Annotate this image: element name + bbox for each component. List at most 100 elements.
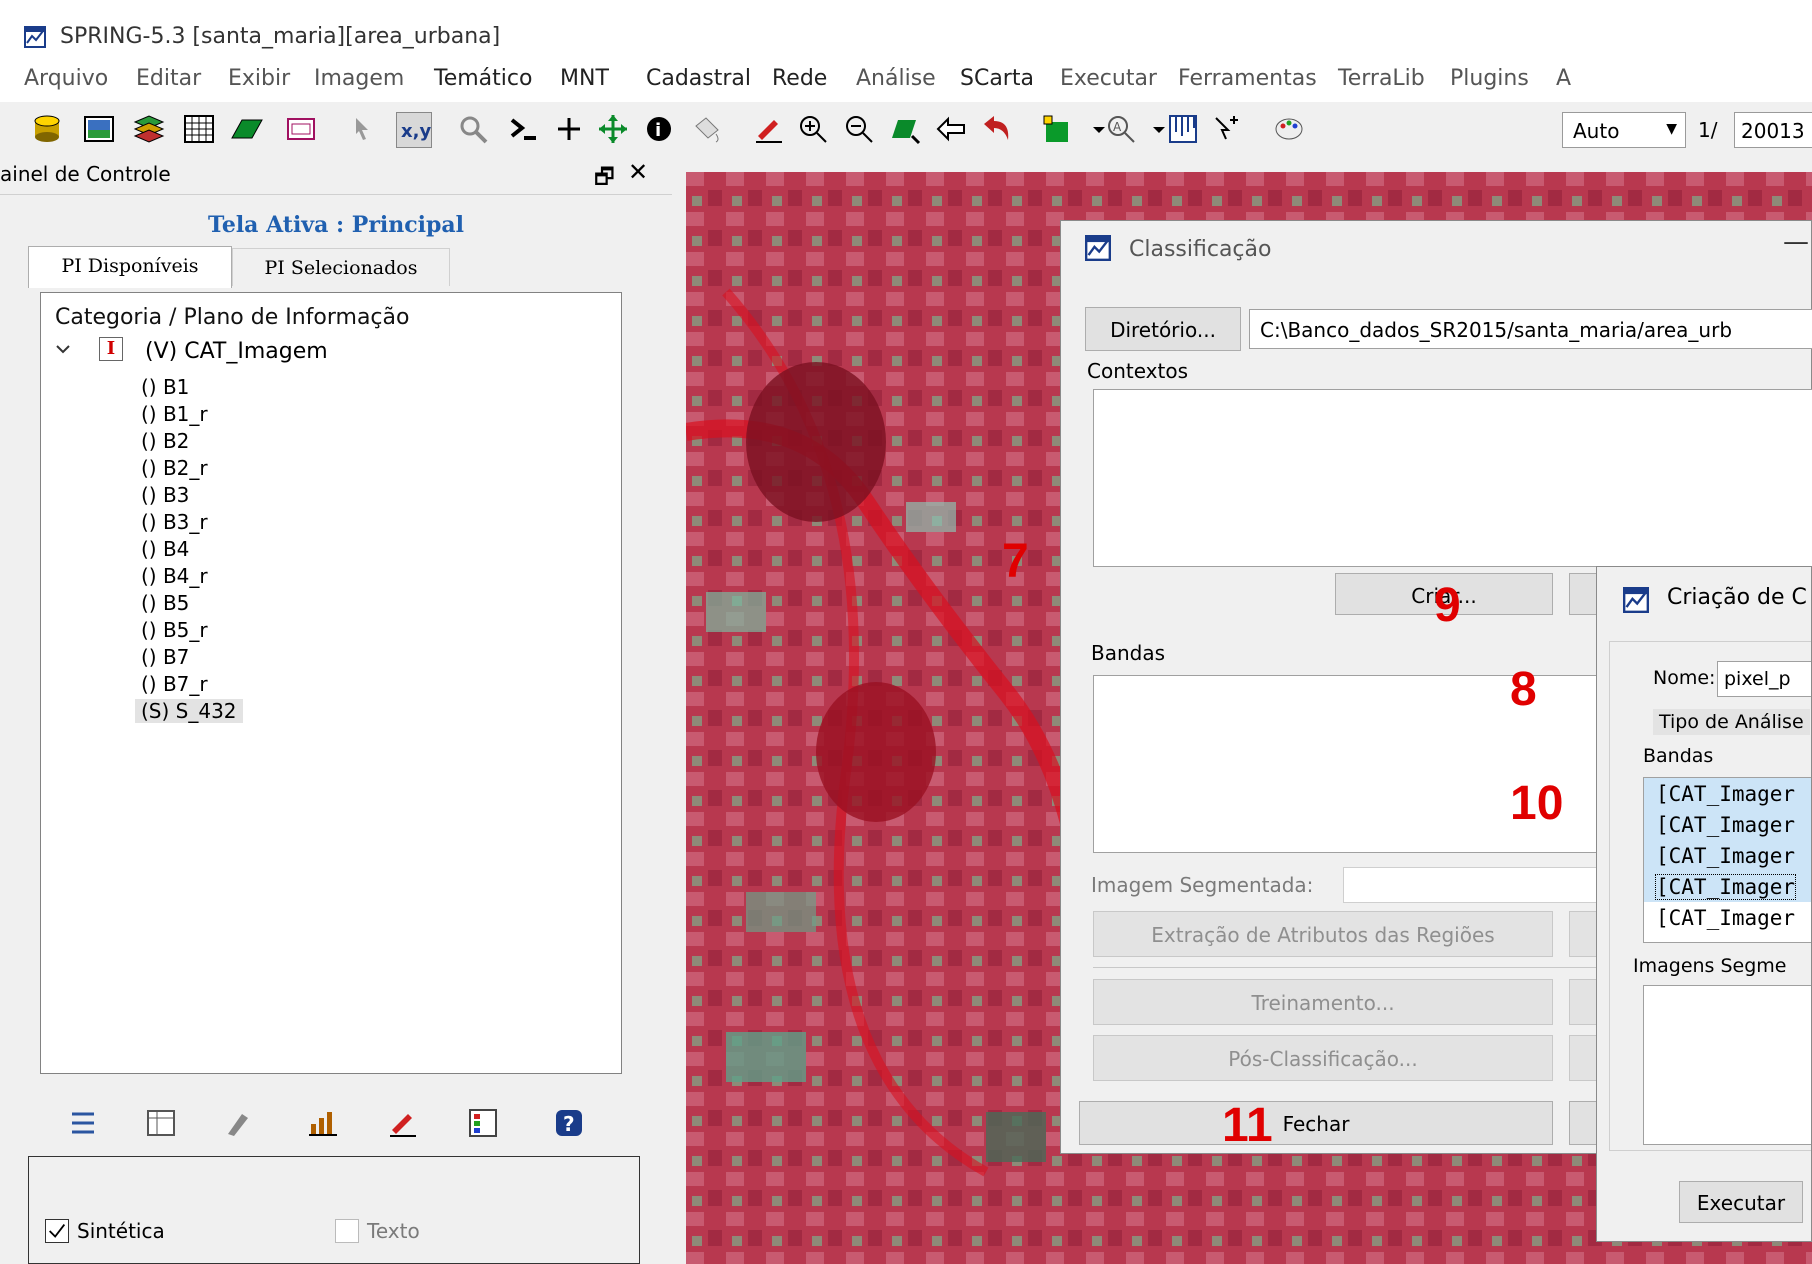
bandas-listbox[interactable]: [CAT_Imager [CAT_Imager [CAT_Imager [CAT… bbox=[1643, 777, 1811, 943]
nome-input[interactable]: pixel_p bbox=[1717, 661, 1811, 697]
pencil-icon-2[interactable] bbox=[386, 1106, 420, 1140]
tree-item-b3[interactable]: () B3 bbox=[141, 483, 189, 507]
menu-executar[interactable]: Executar bbox=[1060, 66, 1157, 91]
tree-item-b3-r[interactable]: () B3_r bbox=[141, 510, 208, 534]
svg-text:x,y: x,y bbox=[401, 121, 431, 142]
ruler-icon[interactable] bbox=[1166, 112, 1200, 146]
tipo-analise-label: Tipo de Análise bbox=[1653, 709, 1810, 735]
contextos-list[interactable] bbox=[1093, 389, 1812, 567]
menu-cadastral[interactable]: Cadastral bbox=[646, 66, 751, 91]
menu-imagem[interactable]: Imagem bbox=[314, 66, 404, 91]
tree-item-b7[interactable]: () B7 bbox=[141, 645, 189, 669]
plus-icon[interactable] bbox=[552, 112, 586, 146]
diretorio-path-field[interactable]: C:\Banco_dados_SR2015/santa_maria/area_u… bbox=[1249, 309, 1812, 349]
tree-item-b4-r[interactable]: () B4_r bbox=[141, 564, 208, 588]
pencil-icon[interactable] bbox=[752, 112, 786, 146]
zoom-area-icon[interactable] bbox=[888, 112, 922, 146]
toolbar: x,y i A Auto ▼ 1/ 20013 bbox=[0, 104, 1812, 154]
edit-tree-icon[interactable] bbox=[222, 1106, 256, 1140]
undo-icon[interactable] bbox=[980, 112, 1014, 146]
banda-item[interactable]: [CAT_Imager bbox=[1654, 874, 1797, 900]
pos-classificacao-button[interactable]: Pós-Classificação... bbox=[1093, 1035, 1553, 1081]
tab-pi-selecionados[interactable]: PI Selecionados bbox=[232, 248, 450, 286]
sintetica-checkbox[interactable] bbox=[45, 1219, 69, 1243]
window-icon[interactable] bbox=[284, 112, 318, 146]
banda-item[interactable]: [CAT_Imager bbox=[1656, 844, 1795, 868]
step-icon[interactable] bbox=[506, 112, 540, 146]
panel-header: ainel de Controle 🗗 ✕ bbox=[0, 156, 672, 195]
dropdown-arrow-icon-2[interactable] bbox=[1142, 112, 1165, 146]
pan-icon[interactable] bbox=[596, 112, 630, 146]
tree-item-b2-r[interactable]: () B2_r bbox=[141, 456, 208, 480]
banda-item[interactable]: [CAT_Imager bbox=[1656, 906, 1795, 930]
menu-terralib[interactable]: TerraLib bbox=[1338, 66, 1425, 91]
menu-ferramentas[interactable]: Ferramentas bbox=[1178, 66, 1317, 91]
tree-item-b1[interactable]: () B1 bbox=[141, 375, 189, 399]
fechar-button[interactable]: Fechar bbox=[1079, 1101, 1553, 1145]
plane-icon[interactable] bbox=[230, 112, 264, 146]
app-icon bbox=[1085, 235, 1111, 261]
tree-root-category[interactable]: (V) CAT_Imagem bbox=[145, 339, 328, 364]
database-icon[interactable] bbox=[30, 112, 64, 146]
texto-checkbox[interactable] bbox=[335, 1219, 359, 1243]
tree-item-b5[interactable]: () B5 bbox=[141, 591, 189, 615]
dropdown-arrow-icon[interactable] bbox=[1082, 112, 1105, 146]
paint-icon[interactable] bbox=[690, 112, 724, 146]
info-icon[interactable]: i bbox=[642, 112, 676, 146]
pointer-plus-icon[interactable] bbox=[1210, 112, 1244, 146]
information-plan-tree: Categoria / Plano de Informação I (V) CA… bbox=[40, 292, 622, 1074]
search-icon[interactable] bbox=[456, 112, 490, 146]
cursor-icon[interactable] bbox=[346, 112, 380, 146]
green-box-icon[interactable] bbox=[1040, 112, 1074, 146]
criacao-dialog: Criação de C Nome: pixel_p Tipo de Análi… bbox=[1596, 566, 1812, 1242]
legend-icon[interactable] bbox=[466, 1106, 500, 1140]
panel-title: ainel de Controle bbox=[0, 162, 171, 186]
banda-item[interactable]: [CAT_Imager bbox=[1656, 813, 1795, 837]
options-box: Sintética Texto bbox=[28, 1156, 640, 1264]
menu-analise[interactable]: Análise bbox=[856, 66, 936, 91]
menu-arquivo[interactable]: Arquivo bbox=[24, 66, 108, 91]
float-icon[interactable]: 🗗 bbox=[594, 160, 615, 198]
menu-exibir[interactable]: Exibir bbox=[228, 66, 290, 91]
scale-input[interactable]: 20013 bbox=[1734, 112, 1812, 148]
table-icon[interactable] bbox=[144, 1106, 178, 1140]
menu-plugins[interactable]: Plugins bbox=[1450, 66, 1529, 91]
back-icon[interactable] bbox=[934, 112, 968, 146]
executar-button[interactable]: Executar bbox=[1679, 1181, 1803, 1223]
chevron-down-icon[interactable] bbox=[55, 341, 71, 357]
chart-icon[interactable] bbox=[306, 1106, 340, 1140]
tree-item-b1-r[interactable]: () B1_r bbox=[141, 402, 208, 426]
tab-pi-disponiveis[interactable]: PI Disponíveis bbox=[28, 246, 232, 288]
zoom-select[interactable]: Auto ▼ bbox=[1562, 112, 1686, 148]
tree-item-b7-r[interactable]: () B7_r bbox=[141, 672, 208, 696]
menu-editar[interactable]: Editar bbox=[136, 66, 201, 91]
diretorio-button[interactable]: Diretório... bbox=[1085, 307, 1241, 351]
image-icon[interactable] bbox=[82, 112, 116, 146]
palette-icon[interactable] bbox=[1272, 112, 1306, 146]
tree-item-b5-r[interactable]: () B5_r bbox=[141, 618, 208, 642]
zoom-level-icon[interactable]: A bbox=[1104, 112, 1138, 146]
menu-rede[interactable]: Rede bbox=[772, 66, 827, 91]
minimize-button[interactable]: — bbox=[1783, 227, 1809, 257]
menu-scarta[interactable]: SCarta bbox=[960, 66, 1034, 91]
extracao-atributos-button[interactable]: Extração de Atributos das Regiões bbox=[1093, 911, 1553, 957]
menu-tematico[interactable]: Temático bbox=[434, 66, 532, 91]
banda-item[interactable]: [CAT_Imager bbox=[1656, 782, 1795, 806]
treinamento-button[interactable]: Treinamento... bbox=[1093, 979, 1553, 1025]
grid-icon[interactable] bbox=[182, 112, 216, 146]
tree-item-b4[interactable]: () B4 bbox=[141, 537, 189, 561]
layers-icon[interactable] bbox=[132, 112, 166, 146]
list-icon[interactable] bbox=[66, 1106, 100, 1140]
menu-a[interactable]: A bbox=[1556, 66, 1571, 91]
menu-mnt[interactable]: MNT bbox=[560, 66, 609, 91]
svg-text:?: ? bbox=[563, 1112, 575, 1136]
imagens-segmentadas-list[interactable] bbox=[1643, 985, 1811, 1145]
coord-icon[interactable]: x,y bbox=[396, 112, 432, 148]
nome-label: Nome: bbox=[1653, 667, 1716, 689]
tree-item-s-432[interactable]: (S) S_432 bbox=[135, 699, 243, 723]
close-icon[interactable]: ✕ bbox=[628, 158, 648, 186]
zoom-in-icon[interactable] bbox=[796, 112, 830, 146]
tree-item-b2[interactable]: () B2 bbox=[141, 429, 189, 453]
help-icon[interactable]: ? bbox=[552, 1106, 586, 1140]
zoom-out-icon[interactable] bbox=[842, 112, 876, 146]
